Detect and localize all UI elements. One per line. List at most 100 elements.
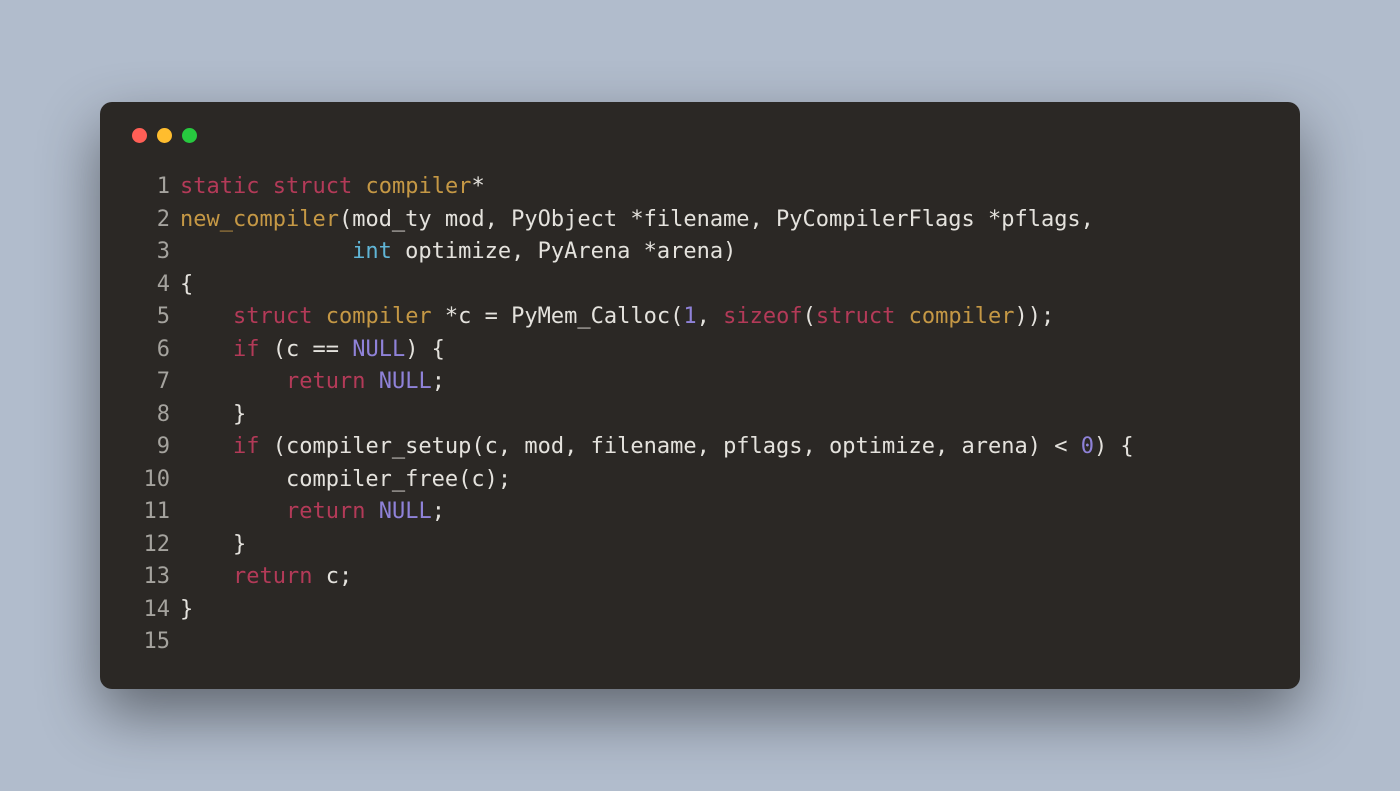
token-kw: return [286, 369, 365, 394]
zoom-icon[interactable] [182, 128, 197, 143]
code-content: } [180, 529, 1270, 562]
token-kw: struct [273, 174, 352, 199]
token-op: (c == [259, 337, 352, 362]
line-number: 11 [130, 496, 170, 529]
code-line: 8 } [130, 399, 1270, 432]
line-number: 15 [130, 626, 170, 659]
code-content: return NULL; [180, 366, 1270, 399]
token-op [180, 499, 286, 524]
code-content: static struct compiler* [180, 171, 1270, 204]
token-op: * [471, 174, 484, 199]
line-number: 4 [130, 269, 170, 302]
token-op [180, 239, 352, 264]
token-const: NULL [379, 499, 432, 524]
code-content: compiler_free(c); [180, 464, 1270, 497]
token-op: c; [312, 564, 352, 589]
code-content: } [180, 594, 1270, 627]
code-line: 3 int optimize, PyArena *arena) [130, 236, 1270, 269]
token-op: } [180, 597, 193, 622]
token-op: ) { [1094, 434, 1134, 459]
code-line: 1 static struct compiler* [130, 171, 1270, 204]
token-kw: if [233, 434, 260, 459]
code-line: 11 return NULL; [130, 496, 1270, 529]
token-op [180, 369, 286, 394]
token-op: *c = PyMem_Calloc( [432, 304, 684, 329]
token-op: , [697, 304, 724, 329]
line-number: 14 [130, 594, 170, 627]
line-number: 10 [130, 464, 170, 497]
token-kw: return [286, 499, 365, 524]
code-editor[interactable]: 1static struct compiler*2new_compiler(mo… [130, 171, 1270, 659]
code-content: return c; [180, 561, 1270, 594]
token-op: )); [1015, 304, 1055, 329]
token-op: { [180, 272, 193, 297]
code-window: 1static struct compiler*2new_compiler(mo… [100, 102, 1300, 689]
token-typename: compiler [365, 174, 471, 199]
code-content: } [180, 399, 1270, 432]
line-number: 12 [130, 529, 170, 562]
token-typename: compiler [326, 304, 432, 329]
token-num: 0 [1081, 434, 1094, 459]
token-type: int [352, 239, 392, 264]
code-content: { [180, 269, 1270, 302]
token-op: ; [432, 369, 445, 394]
code-line: 6 if (c == NULL) { [130, 334, 1270, 367]
token-kw: static [180, 174, 259, 199]
token-op [895, 304, 908, 329]
token-typename: new_compiler [180, 207, 339, 232]
code-content: struct compiler *c = PyMem_Calloc(1, siz… [180, 301, 1270, 334]
code-line: 13 return c; [130, 561, 1270, 594]
code-line: 15 [130, 626, 1270, 659]
token-op: ( [803, 304, 816, 329]
token-op [312, 304, 325, 329]
token-kw: return [233, 564, 312, 589]
code-line: 14} [130, 594, 1270, 627]
code-content: if (c == NULL) { [180, 334, 1270, 367]
code-line: 12 } [130, 529, 1270, 562]
token-op: ; [432, 499, 445, 524]
token-const: NULL [352, 337, 405, 362]
line-number: 9 [130, 431, 170, 464]
code-line: 5 struct compiler *c = PyMem_Calloc(1, s… [130, 301, 1270, 334]
line-number: 3 [130, 236, 170, 269]
token-op: compiler_free(c); [180, 467, 511, 492]
token-op [365, 499, 378, 524]
line-number: 2 [130, 204, 170, 237]
line-number: 7 [130, 366, 170, 399]
code-line: 4{ [130, 269, 1270, 302]
line-number: 6 [130, 334, 170, 367]
minimize-icon[interactable] [157, 128, 172, 143]
token-op: } [180, 402, 246, 427]
code-line: 9 if (compiler_setup(c, mod, filename, p… [130, 431, 1270, 464]
token-op: (compiler_setup(c, mod, filename, pflags… [259, 434, 1080, 459]
line-number: 13 [130, 561, 170, 594]
code-content [180, 626, 1270, 659]
code-content: int optimize, PyArena *arena) [180, 236, 1270, 269]
token-op: ) { [405, 337, 445, 362]
token-op: } [180, 532, 246, 557]
token-const: NULL [379, 369, 432, 394]
token-kw: if [233, 337, 260, 362]
token-typename: compiler [909, 304, 1015, 329]
token-op [352, 174, 365, 199]
code-line: 2 new_compiler(mod_ty mod, PyObject *file… [130, 204, 1270, 237]
token-kw: sizeof [723, 304, 802, 329]
token-op [180, 337, 233, 362]
token-num: 1 [683, 304, 696, 329]
code-line: 7 return NULL; [130, 366, 1270, 399]
code-content: if (compiler_setup(c, mod, filename, pfl… [180, 431, 1270, 464]
token-op: optimize, PyArena *arena) [392, 239, 736, 264]
code-line: 10 compiler_free(c); [130, 464, 1270, 497]
line-number: 8 [130, 399, 170, 432]
code-content: new_compiler(mod_ty mod, PyObject *filen… [180, 204, 1270, 237]
line-number: 5 [130, 301, 170, 334]
code-content: return NULL; [180, 496, 1270, 529]
line-number: 1 [130, 171, 170, 204]
token-kw: struct [816, 304, 895, 329]
token-kw: struct [233, 304, 312, 329]
token-op [180, 304, 233, 329]
token-op [180, 434, 233, 459]
close-icon[interactable] [132, 128, 147, 143]
token-op [259, 174, 272, 199]
token-op [180, 564, 233, 589]
